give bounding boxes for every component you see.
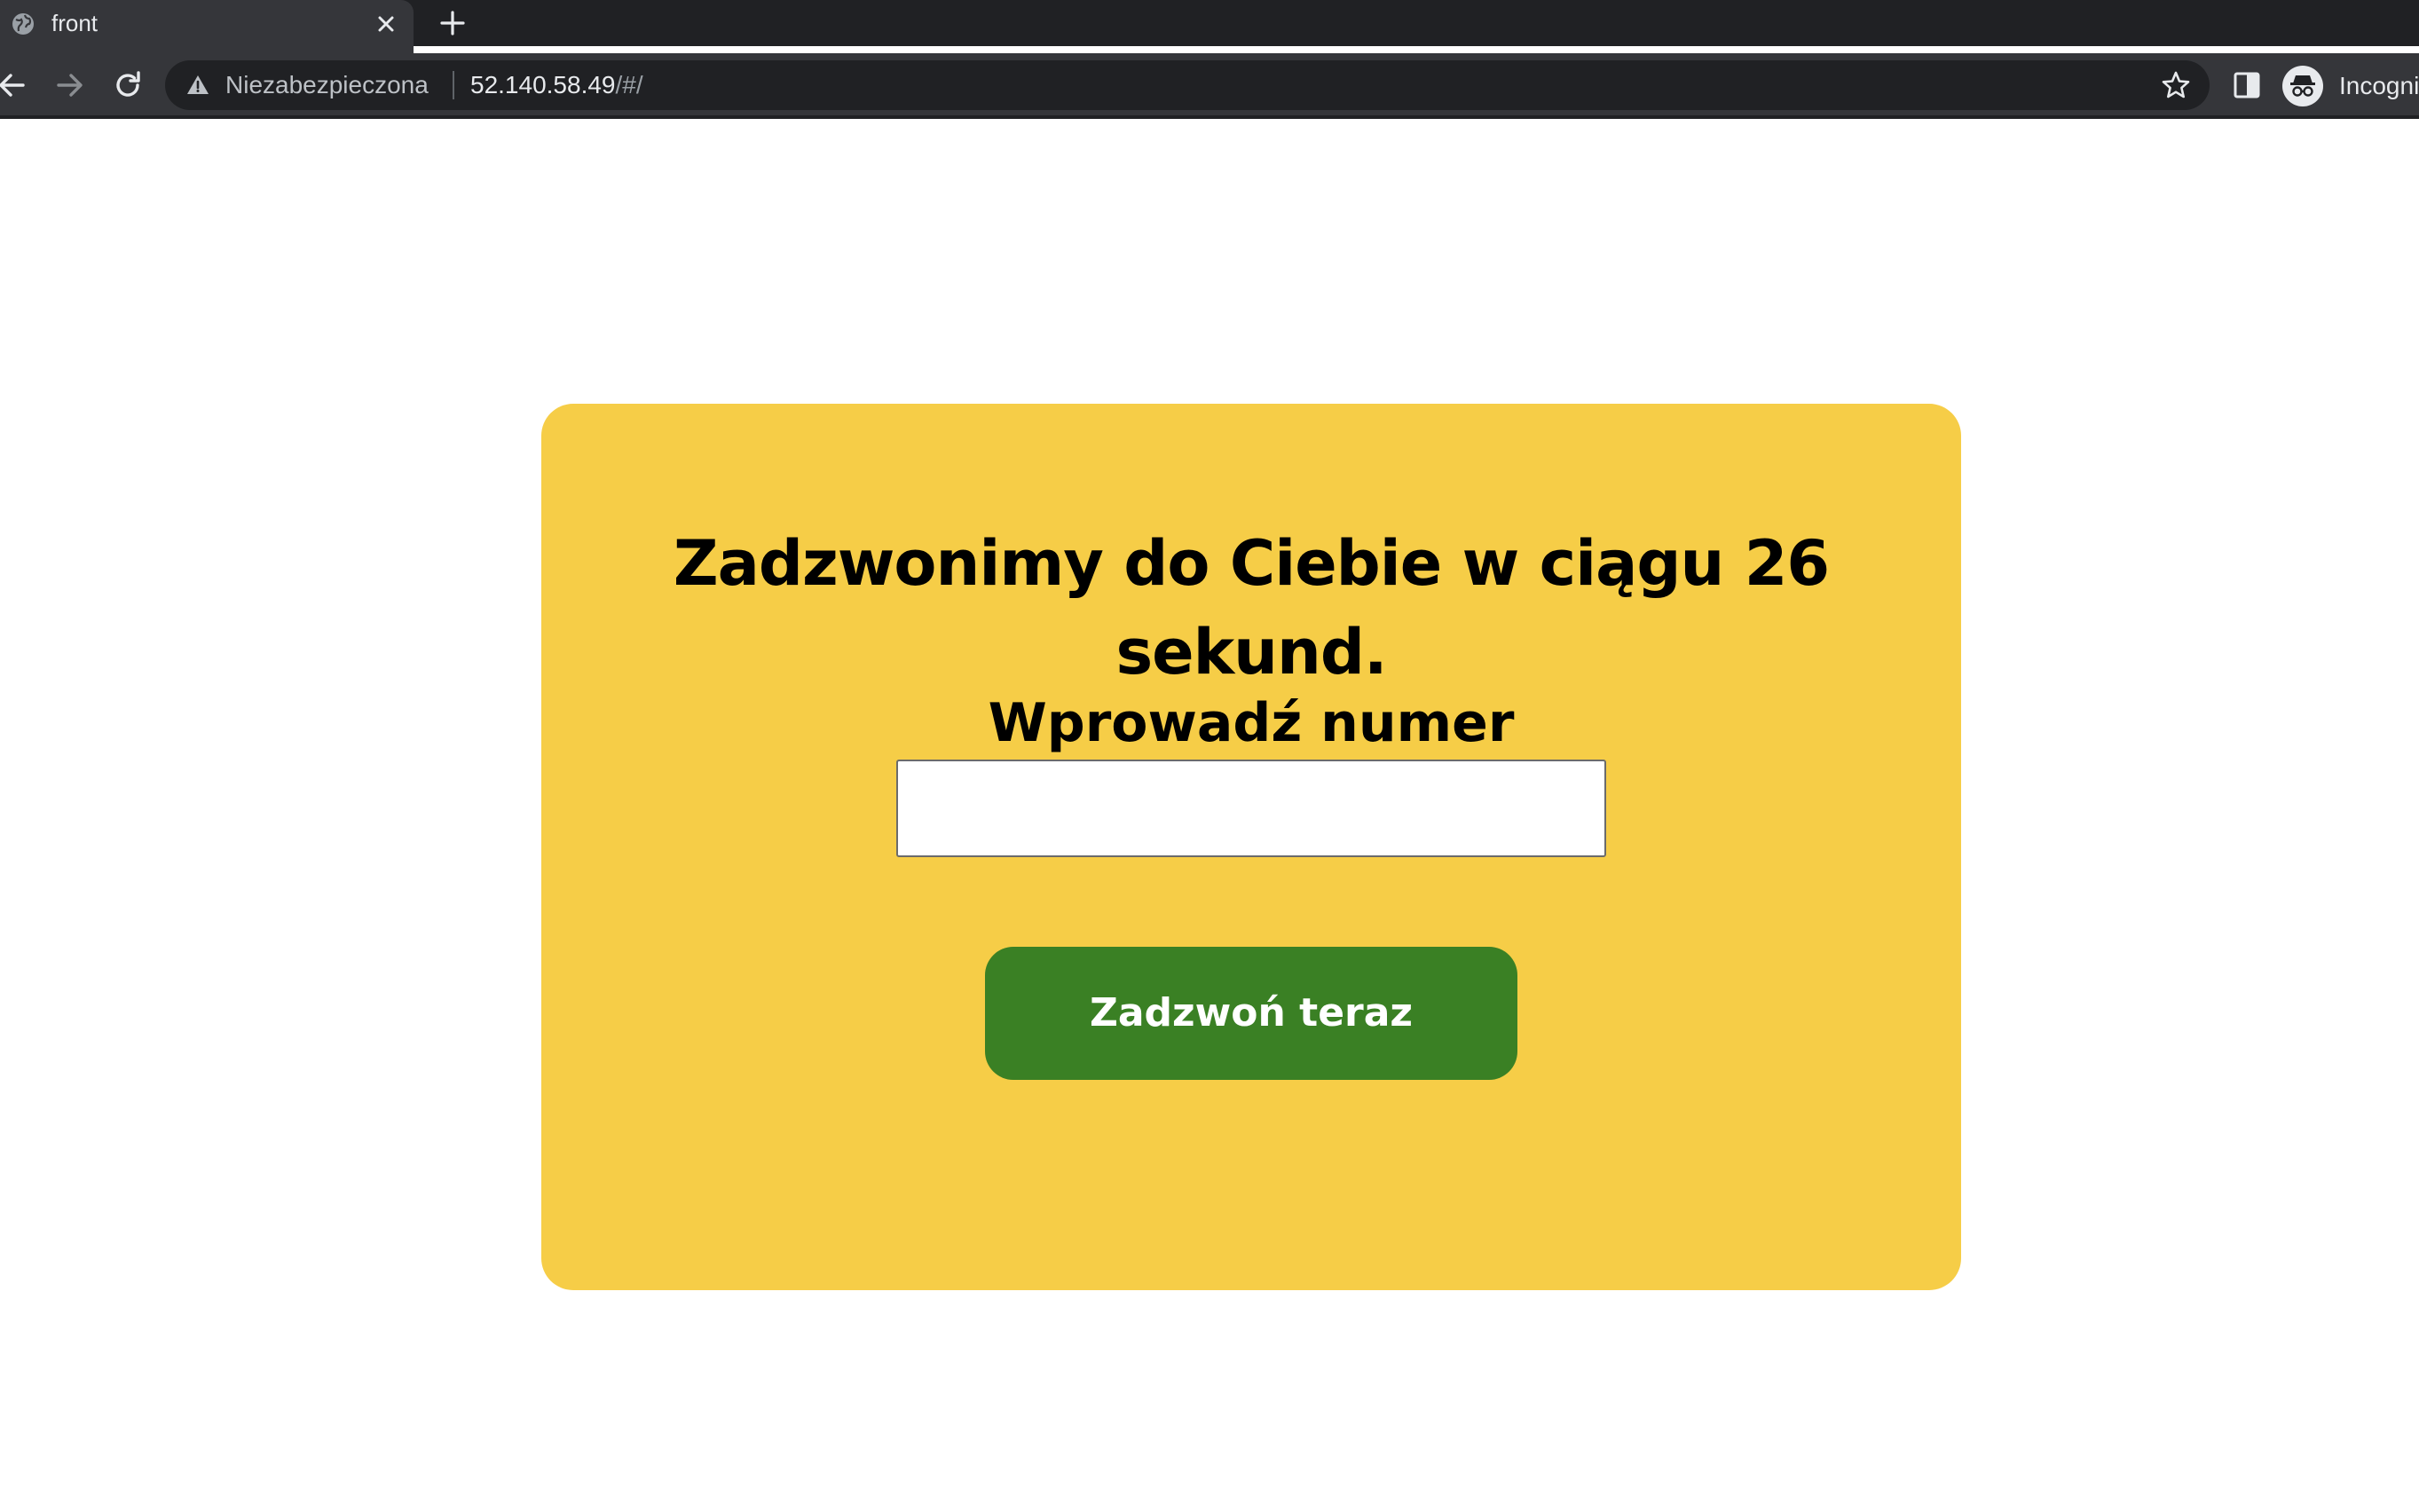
url-host: 52.140.58.49 bbox=[470, 71, 616, 98]
close-icon[interactable] bbox=[371, 9, 401, 39]
address-bar[interactable]: Niezabezpieczona 52.140.58.49/#/ bbox=[165, 60, 2210, 110]
incognito-profile-button[interactable]: Incogni bbox=[2282, 62, 2419, 108]
globe-icon bbox=[12, 13, 34, 35]
phone-number-input[interactable] bbox=[896, 760, 1606, 857]
incognito-icon bbox=[2282, 66, 2323, 106]
back-arrow-icon[interactable] bbox=[0, 67, 30, 103]
address-bar-divider bbox=[453, 71, 454, 99]
browser-toolbar: Niezabezpieczona 52.140.58.49/#/ Incogni bbox=[0, 53, 2419, 117]
new-tab-plus-icon[interactable] bbox=[435, 5, 470, 41]
page-headline: Zadzwonimy do Ciebie w ciągu 26 sekund. bbox=[673, 527, 1830, 689]
call-now-button[interactable]: Zadzwoń teraz bbox=[985, 947, 1517, 1080]
bookmark-star-icon[interactable] bbox=[2160, 69, 2192, 101]
browser-tab-active[interactable]: front bbox=[0, 0, 414, 53]
reload-icon[interactable] bbox=[110, 67, 146, 103]
incognito-label: Incogni bbox=[2339, 72, 2419, 99]
forward-arrow-icon[interactable] bbox=[51, 67, 87, 103]
url-text[interactable]: 52.140.58.49/#/ bbox=[470, 72, 643, 98]
callback-card: Zadzwonimy do Ciebie w ciągu 26 sekund. … bbox=[541, 404, 1961, 1290]
tab-title: front bbox=[51, 10, 98, 36]
phone-number-label: Wprowadź numer bbox=[988, 692, 1515, 754]
toolbar-bottom-border bbox=[0, 115, 2419, 119]
security-status-label[interactable]: Niezabezpieczona bbox=[225, 72, 429, 98]
url-path: /#/ bbox=[615, 71, 643, 98]
side-panel-icon[interactable] bbox=[2231, 69, 2263, 101]
browser-tabstrip: front bbox=[0, 0, 2419, 53]
warning-icon[interactable] bbox=[185, 72, 211, 98]
